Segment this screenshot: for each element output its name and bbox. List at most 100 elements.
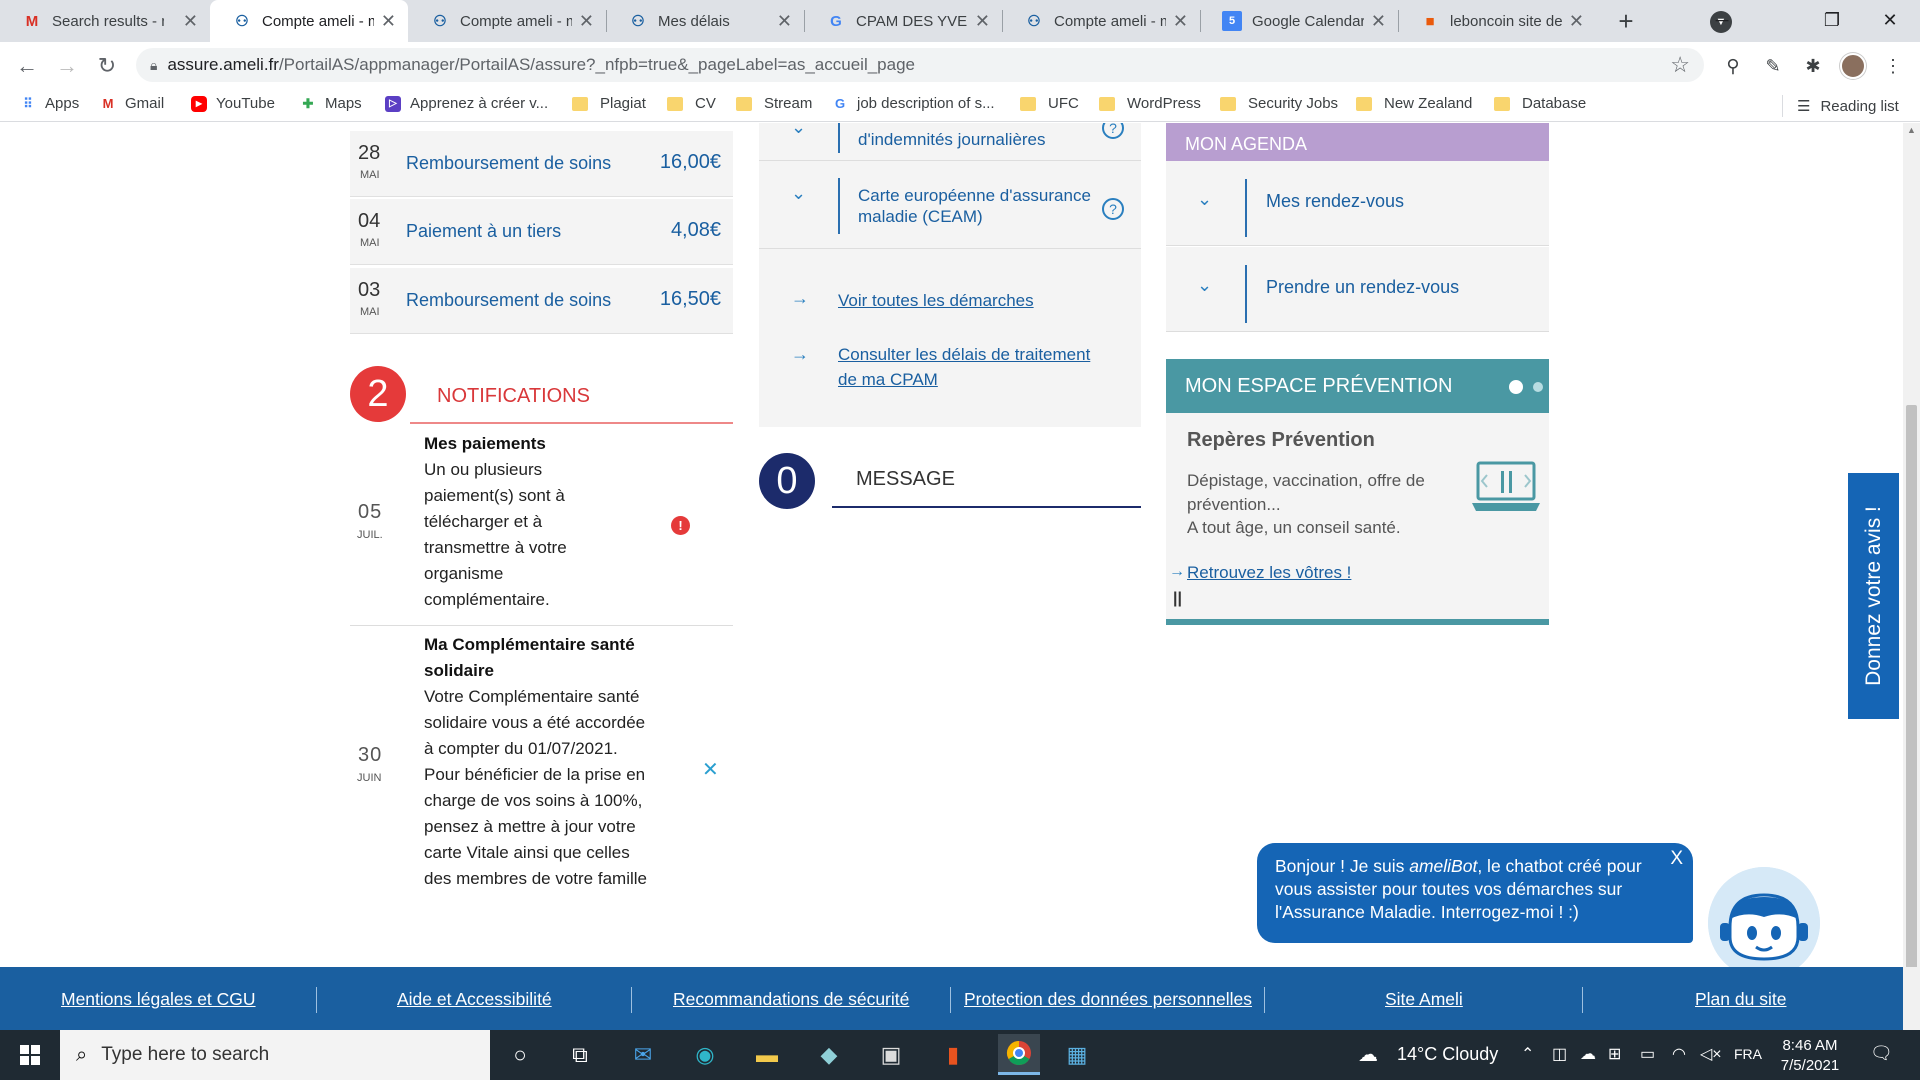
security-icon[interactable]: ⊞ bbox=[1608, 1044, 1621, 1064]
bookmark-plagiat[interactable]: Plagiat bbox=[572, 95, 646, 112]
agenda-item[interactable]: ⌄ Prendre un rendez-vous bbox=[1166, 247, 1549, 332]
window-close-icon[interactable]: ✕ bbox=[1860, 0, 1920, 40]
maximize-icon[interactable]: ❐ bbox=[1802, 0, 1862, 40]
bookmark-maps[interactable]: ✚ Maps bbox=[300, 95, 362, 112]
bookmark-stream[interactable]: Stream bbox=[736, 95, 812, 112]
mail-icon[interactable]: ✉ bbox=[626, 1039, 660, 1071]
bookmark-database[interactable]: Database bbox=[1494, 95, 1586, 112]
help-icon[interactable]: ? bbox=[1102, 198, 1124, 220]
payment-row[interactable]: 03 MAI Remboursement de soins 16,50€ bbox=[350, 268, 733, 334]
carousel-dot[interactable] bbox=[1533, 382, 1543, 392]
eyedropper-icon[interactable]: ✎ bbox=[1760, 53, 1786, 79]
close-icon[interactable]: ✕ bbox=[1173, 11, 1188, 32]
page-scrollbar[interactable]: ▲ ▼ bbox=[1903, 123, 1920, 1030]
office-icon[interactable]: ▮ bbox=[936, 1039, 970, 1071]
chevron-up-icon[interactable]: ⌃ bbox=[1521, 1044, 1534, 1064]
footer-link-donnees[interactable]: Protection des données personnelles bbox=[964, 989, 1252, 1010]
close-icon[interactable]: ✕ bbox=[183, 11, 198, 32]
close-icon[interactable]: ✕ bbox=[381, 11, 396, 32]
notification-item[interactable]: 05 JUIL. Mes paiements Un ou plusieurs p… bbox=[350, 424, 733, 626]
task-view-icon[interactable]: ⧉ bbox=[563, 1039, 597, 1071]
reload-icon[interactable]: ↻ bbox=[92, 51, 122, 81]
bookmark-job[interactable]: Gjob description of s... bbox=[832, 95, 995, 112]
scrollbar-thumb[interactable] bbox=[1906, 405, 1917, 995]
address-bar[interactable]: 🔒︎ assure.ameli.fr/PortailAS/appmanager/… bbox=[136, 48, 1704, 82]
bookmark-youtube[interactable]: ▶ YouTube bbox=[191, 95, 275, 112]
close-icon[interactable]: ✕ bbox=[1569, 11, 1584, 32]
delais-cpam-link[interactable]: Consulter les délais de traitement de ma… bbox=[838, 342, 1090, 392]
payment-row[interactable]: 28 MAI Remboursement de soins 16,00€ bbox=[350, 131, 733, 197]
chrome-icon[interactable] bbox=[998, 1034, 1040, 1075]
chatbot-bubble[interactable]: Bonjour ! Je suis ameliBot, le chatbot c… bbox=[1257, 843, 1693, 943]
windows-start-button[interactable] bbox=[0, 1030, 60, 1080]
tab-4[interactable]: ⚇ Mes délais ✕ bbox=[606, 0, 804, 42]
retrouvez-link[interactable]: Retrouvez les vôtres ! bbox=[1187, 563, 1351, 583]
wifi-icon[interactable]: ◠ bbox=[1672, 1044, 1686, 1064]
close-icon[interactable]: ✕ bbox=[975, 11, 990, 32]
dismiss-icon[interactable]: ✕ bbox=[702, 757, 719, 782]
notifications-title[interactable]: NOTIFICATIONS bbox=[437, 385, 590, 408]
new-tab-button[interactable]: + bbox=[1610, 5, 1642, 37]
payment-row[interactable]: 04 MAI Paiement à un tiers 4,08€ bbox=[350, 199, 733, 265]
lens-icon[interactable]: ⚲ bbox=[1720, 53, 1746, 79]
minimize-icon[interactable]: ─ bbox=[1692, 0, 1752, 40]
store-icon[interactable]: ▣ bbox=[874, 1039, 908, 1071]
profile-avatar[interactable] bbox=[1840, 53, 1866, 79]
forward-icon[interactable]: → bbox=[52, 51, 82, 81]
tab-2[interactable]: ⚇ Compte ameli - m ✕ bbox=[210, 0, 408, 42]
bookmark-security-jobs[interactable]: Security Jobs bbox=[1220, 95, 1338, 112]
footer-link-securite[interactable]: Recommandations de sécurité bbox=[673, 989, 909, 1010]
reading-list-button[interactable]: ☰ Reading list bbox=[1782, 95, 1899, 117]
agenda-item[interactable]: ⌄ Mes rendez-vous bbox=[1166, 161, 1549, 246]
chatbot-close-button[interactable]: X bbox=[1670, 847, 1683, 870]
meet-icon[interactable]: ◫ bbox=[1552, 1044, 1567, 1064]
close-icon[interactable]: ✕ bbox=[1371, 11, 1386, 32]
weather-cloud-icon[interactable]: ☁ bbox=[1358, 1042, 1378, 1067]
messages-title[interactable]: MESSAGE bbox=[856, 468, 955, 491]
battery-icon[interactable]: ▭ bbox=[1640, 1044, 1655, 1064]
volume-muted-icon[interactable]: ◁× bbox=[1700, 1044, 1722, 1064]
tab-6[interactable]: ⚇ Compte ameli - m ✕ bbox=[1002, 0, 1200, 42]
weather-text[interactable]: 14°C Cloudy bbox=[1397, 1044, 1498, 1065]
file-explorer-icon[interactable]: ▬ bbox=[750, 1039, 784, 1071]
footer-link-aide[interactable]: Aide et Accessibilité bbox=[397, 989, 552, 1010]
close-icon[interactable]: ✕ bbox=[777, 11, 792, 32]
remote-desktop-icon[interactable]: ◆ bbox=[812, 1039, 846, 1071]
feedback-tab[interactable]: Donnez votre avis ! bbox=[1848, 473, 1899, 719]
tab-7[interactable]: 5 Google Calendar ✕ bbox=[1200, 0, 1398, 42]
tab-8[interactable]: ■ leboncoin site de ✕ bbox=[1398, 0, 1596, 42]
footer-link-site-ameli[interactable]: Site Ameli bbox=[1385, 989, 1463, 1010]
notification-center-icon[interactable]: 🗨︎ bbox=[1870, 1043, 1893, 1064]
calculator-icon[interactable]: ▦ bbox=[1060, 1039, 1094, 1071]
bookmark-new-zealand[interactable]: New Zealand bbox=[1356, 95, 1472, 112]
voir-demarches-link[interactable]: Voir toutes les démarches bbox=[838, 288, 1034, 313]
close-icon[interactable]: ✕ bbox=[579, 11, 594, 32]
scroll-up-icon[interactable]: ▲ bbox=[1907, 125, 1916, 135]
pause-icon[interactable]: || bbox=[1173, 590, 1182, 608]
bookmark-gmail[interactable]: M Gmail bbox=[100, 95, 165, 112]
tab-1[interactable]: M Search results - n ✕ bbox=[0, 0, 210, 42]
bookmark-cv[interactable]: CV bbox=[667, 95, 716, 112]
help-icon[interactable]: ? bbox=[1102, 123, 1124, 139]
demarche-row[interactable]: ⌄ d'indemnités journalières ? bbox=[759, 123, 1141, 161]
carousel-dot-active[interactable] bbox=[1509, 380, 1523, 394]
tab-5[interactable]: G CPAM DES YVELIN ✕ bbox=[804, 0, 1002, 42]
chatbot-avatar-icon[interactable] bbox=[1708, 867, 1820, 979]
edge-icon[interactable]: ◉ bbox=[688, 1039, 722, 1071]
bookmark-apps[interactable]: ⠿ Apps bbox=[20, 95, 79, 112]
input-language[interactable]: FRA bbox=[1734, 1046, 1762, 1062]
system-clock[interactable]: 8:46 AM 7/5/2021 bbox=[1770, 1036, 1850, 1076]
bookmark-ufc[interactable]: UFC bbox=[1020, 95, 1079, 112]
footer-link-plan[interactable]: Plan du site bbox=[1695, 989, 1786, 1010]
taskbar-search-box[interactable]: ⌕ Type here to search bbox=[60, 1030, 490, 1080]
back-icon[interactable]: ← bbox=[12, 51, 42, 81]
onedrive-icon[interactable]: ☁ bbox=[1580, 1044, 1596, 1064]
bookmark-wordpress[interactable]: WordPress bbox=[1099, 95, 1201, 112]
extensions-icon[interactable]: ✱ bbox=[1800, 53, 1826, 79]
cortana-icon[interactable]: ○ bbox=[503, 1039, 537, 1071]
menu-icon[interactable]: ⋮ bbox=[1880, 53, 1906, 79]
footer-link-mentions[interactable]: Mentions légales et CGU bbox=[61, 989, 256, 1010]
bookmark-star-icon[interactable]: ☆ bbox=[1670, 52, 1690, 78]
tab-3[interactable]: ⚇ Compte ameli - m ✕ bbox=[408, 0, 606, 42]
bookmark-apprenez[interactable]: ▷ Apprenez à créer v... bbox=[385, 95, 548, 112]
